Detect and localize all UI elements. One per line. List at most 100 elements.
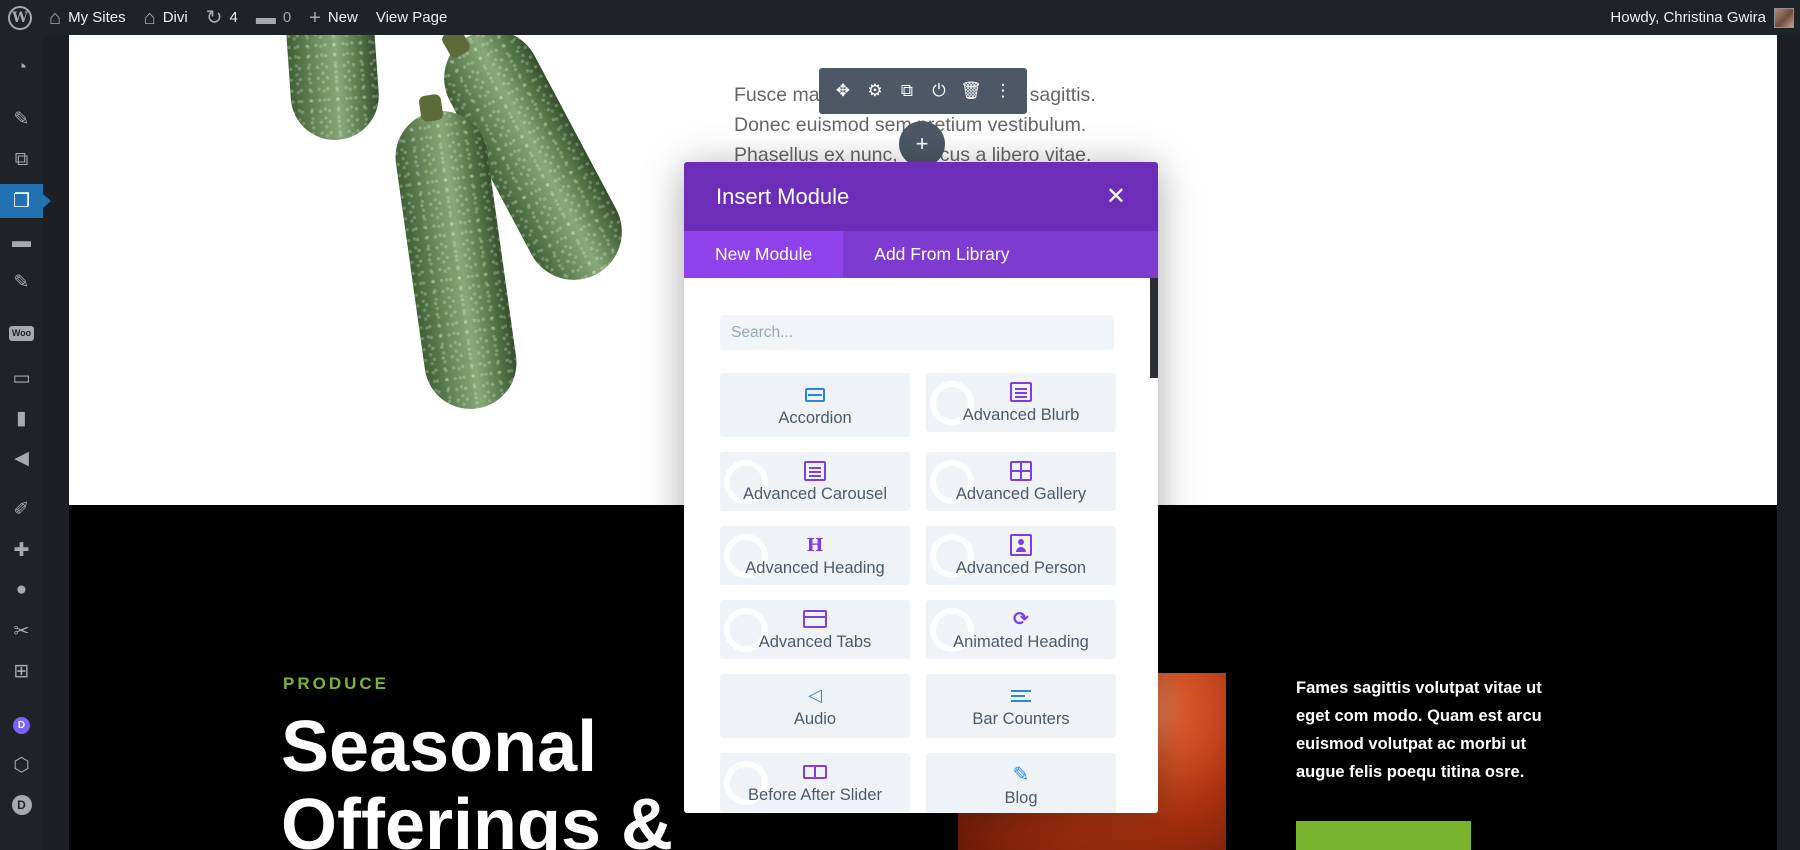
module-label: Before After Slider [748, 786, 882, 804]
modal-title: Insert Module [716, 183, 850, 209]
tab-add-from-library[interactable]: Add From Library [843, 231, 1040, 278]
module-card-advanced-tabs[interactable]: Advanced Tabs [720, 600, 910, 659]
module-card-advanced-blurb[interactable]: Advanced Blurb [926, 373, 1116, 432]
media-icon[interactable]: ⧉ [0, 143, 43, 177]
pin-icon[interactable]: ✎ [0, 265, 43, 299]
search-input[interactable] [720, 315, 1114, 350]
more-icon[interactable]: ⋮ [990, 78, 1016, 104]
comment-icon: ▬ [255, 6, 276, 29]
add-module-button[interactable]: + [899, 121, 945, 167]
advanced-heading-icon: H [806, 534, 824, 556]
d-label: D [11, 795, 32, 815]
module-label: Accordion [778, 408, 852, 427]
move-icon[interactable]: ✥ [830, 78, 856, 104]
before-after-slider-icon [803, 765, 827, 779]
module-card-bar-counters[interactable]: Bar Counters [926, 674, 1116, 738]
new-label: New [327, 9, 358, 26]
sites-icon: ⌂ [49, 6, 62, 29]
site-name-label: Divi [162, 9, 188, 26]
products-icon[interactable]: ▭ [0, 361, 43, 395]
accordion-icon [805, 387, 825, 402]
duplicate-icon[interactable]: ⧉ [894, 78, 920, 104]
body-line2: Donec euismod sem pretium vestibulum. [734, 114, 1087, 136]
my-sites-menu[interactable]: ⌂ My Sites [40, 0, 135, 35]
body-line1-start: Fusce ma [734, 84, 820, 106]
module-card-advanced-gallery[interactable]: Advanced Gallery [926, 452, 1116, 511]
advanced-carousel-icon [804, 461, 826, 481]
module-card-animated-heading[interactable]: ⟳ Animated Heading [926, 600, 1116, 659]
new-content-menu[interactable]: + New [300, 0, 367, 35]
updates-icon: ↻ [205, 6, 223, 29]
cta-button[interactable] [1296, 821, 1471, 850]
pages-icon[interactable]: ❐ [0, 184, 51, 218]
module-card-advanced-carousel[interactable]: Advanced Carousel [720, 452, 910, 511]
module-card-audio[interactable]: ◁ Audio [720, 674, 910, 738]
canvas-gutter-right [1777, 35, 1800, 850]
settings-icon[interactable]: ⊞ [0, 654, 43, 688]
module-label: Bar Counters [972, 709, 1070, 728]
plugins-icon[interactable]: ✚ [0, 533, 43, 567]
module-card-before-after-slider[interactable]: Before After Slider [720, 753, 910, 812]
my-sites-label: My Sites [68, 9, 126, 26]
divi-icon[interactable]: D [0, 708, 43, 742]
body-line1-end: sagittis. [1029, 84, 1096, 106]
tools-icon[interactable]: ✂ [0, 614, 43, 648]
module-label: Audio [793, 709, 837, 728]
analytics-icon[interactable]: ▮ [0, 401, 43, 435]
updates-menu[interactable]: ↻ 4 [197, 0, 247, 35]
tab-new-module[interactable]: New Module [684, 231, 844, 278]
view-page-link[interactable]: View Page [367, 0, 456, 35]
power-icon[interactable]: ⏻ [926, 78, 952, 104]
advanced-tabs-icon [803, 610, 827, 628]
produce-heading: Seasonal Offerings & [281, 707, 674, 850]
woocommerce-icon[interactable]: Woo [0, 316, 43, 350]
delete-icon[interactable]: 🗑 [958, 78, 984, 104]
module-toolbar: ✥ ⚙ ⧉ ⏻ 🗑 ⋮ [819, 68, 1027, 114]
module-label: Advanced Blurb [962, 406, 1080, 424]
module-card-advanced-heading[interactable]: H Advanced Heading [720, 526, 910, 585]
animated-heading-icon: ⟳ [1013, 608, 1029, 630]
view-page-label: View Page [375, 9, 448, 26]
module-label: Advanced Tabs [758, 633, 872, 651]
greeting-label: Howdy, Christina Gwira [1610, 9, 1766, 26]
advanced-gallery-icon [1010, 461, 1032, 481]
modal-tabs: New Module Add From Library [684, 231, 1158, 278]
users-icon[interactable]: ● [0, 573, 43, 607]
d-icon[interactable]: D [0, 788, 43, 822]
canvas-gutter-left [43, 35, 69, 850]
module-card-accordion[interactable]: Accordion [720, 373, 910, 437]
audio-icon: ◁ [808, 685, 822, 705]
hexagon-icon[interactable]: ⬡ [0, 748, 43, 782]
screen: W ⌂ My Sites ⌂ Divi ↻ 4 ▬ 0 + New View P… [0, 0, 1800, 850]
posts-icon[interactable]: ✎ [0, 102, 43, 136]
settings-icon[interactable]: ⚙ [862, 78, 888, 104]
marketing-icon[interactable]: ◀ [0, 441, 43, 475]
account-menu[interactable]: Howdy, Christina Gwira [1610, 0, 1794, 35]
appearance-icon[interactable]: ✐ [0, 492, 43, 526]
dashboard-icon[interactable]: ◔ [0, 51, 43, 85]
plus-icon: + [915, 131, 929, 156]
module-card-blog[interactable]: ✎ Blog [926, 753, 1116, 813]
admin-bar: W ⌂ My Sites ⌂ Divi ↻ 4 ▬ 0 + New View P… [0, 0, 1800, 35]
wordpress-logo-button[interactable]: W [0, 0, 40, 35]
modal-body: Accordion Advanced Blurb Advanced Carous… [684, 278, 1158, 813]
modal-header: Insert Module ✕ [684, 162, 1158, 231]
site-name-menu[interactable]: ⌂ Divi [135, 0, 197, 35]
advanced-person-icon [1010, 534, 1032, 556]
woo-label: Woo [8, 325, 35, 341]
admin-sidebar: ◔ ✎ ⧉ ❐ ▬ ✎ Woo ▭ ▮ ◀ ✐ ✚ ● ✂ ⊞ D ⬡ D [0, 35, 51, 850]
module-label: Advanced Gallery [955, 485, 1087, 503]
module-card-advanced-person[interactable]: Advanced Person [926, 526, 1116, 585]
module-label: Animated Heading [953, 633, 1089, 651]
right-paragraph: Fames sagittis volutpat vitae ut eget co… [1296, 679, 1542, 781]
comments-menu[interactable]: ▬ 0 [247, 0, 300, 35]
advanced-blurb-icon [1010, 382, 1032, 402]
blog-icon: ✎ [1012, 764, 1030, 786]
produce-label: PRODUCE [283, 674, 390, 693]
updates-count: 4 [229, 9, 238, 26]
comments-icon[interactable]: ▬ [0, 225, 43, 259]
wordpress-icon: W [8, 5, 32, 30]
module-label: Advanced Carousel [742, 485, 887, 503]
close-icon[interactable]: ✕ [1106, 184, 1126, 209]
home-icon: ⌂ [143, 6, 156, 29]
